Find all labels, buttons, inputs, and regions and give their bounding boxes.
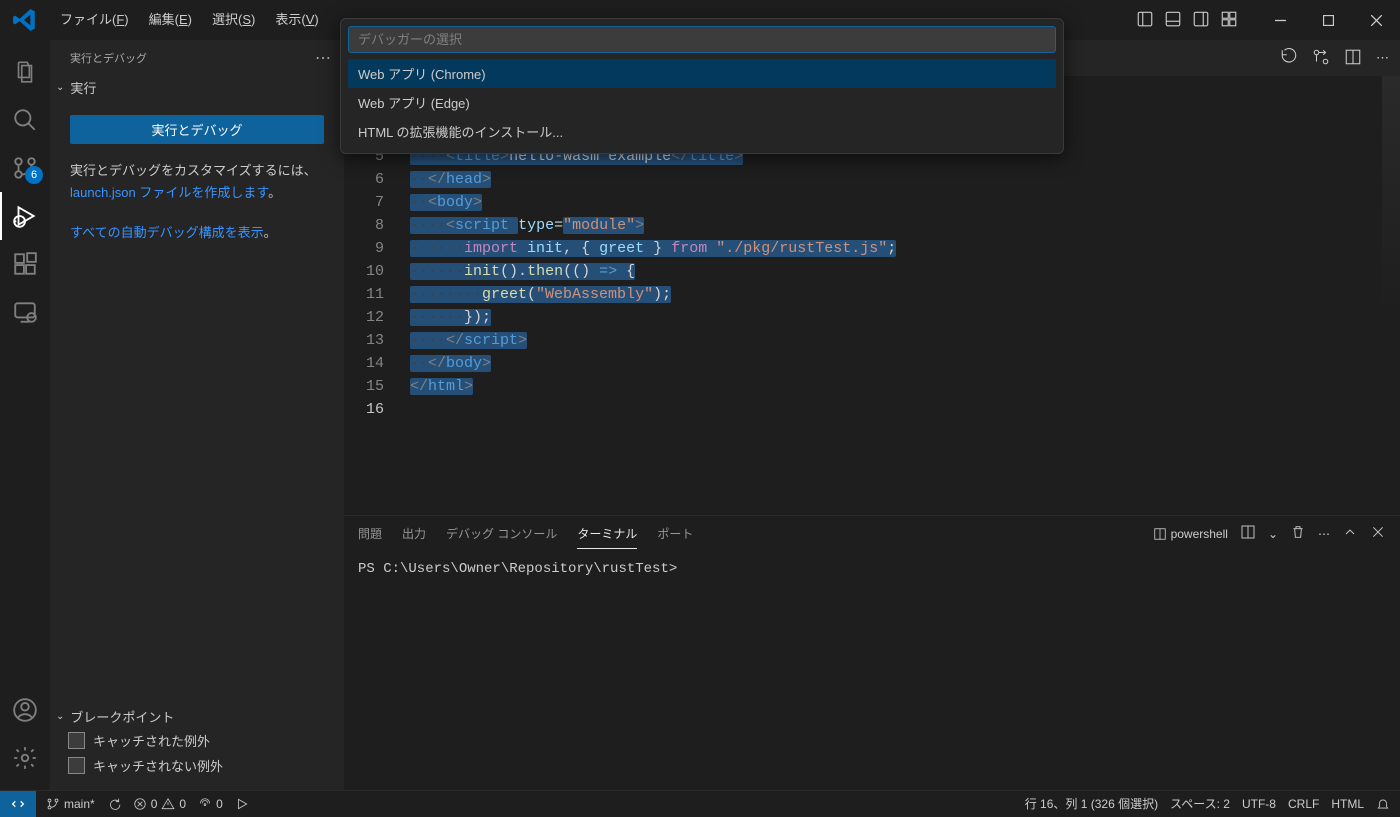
layout-panel-icon[interactable]	[1164, 10, 1182, 31]
section-run[interactable]: ⌄ 実行	[50, 76, 344, 99]
sidebar-title: 実行とデバッグ	[70, 50, 147, 66]
sidebar-more-icon[interactable]: ⋯	[315, 48, 332, 68]
debugger-select-dropdown: Web アプリ (Chrome) Web アプリ (Edge) HTML の拡張…	[340, 18, 1064, 154]
panel-more-icon[interactable]: ⋯	[1318, 527, 1330, 541]
menu-edit[interactable]: 編集(E)	[139, 0, 202, 40]
activity-bar: 6	[0, 40, 50, 790]
layout-customize-icon[interactable]	[1220, 10, 1238, 31]
panel-tab-debug-console[interactable]: デバッグ コンソール	[446, 519, 557, 548]
activity-run-debug[interactable]	[0, 192, 50, 240]
panel: 問題 出力 デバッグ コンソール ターミナル ポート powershell ⌄ …	[344, 515, 1400, 790]
terminal-shell-name[interactable]: powershell	[1153, 527, 1228, 541]
editor-more-icon[interactable]: ⋯	[1376, 50, 1390, 66]
status-sync[interactable]	[107, 797, 121, 811]
panel-close-icon[interactable]	[1370, 524, 1386, 543]
activity-remote-explorer[interactable]	[0, 288, 50, 336]
status-ports[interactable]: 0	[198, 797, 223, 811]
customize-hint: 実行とデバッグをカスタマイズするには、launch.json ファイルを作成しま…	[70, 160, 324, 204]
activity-extensions[interactable]	[0, 240, 50, 288]
status-encoding[interactable]: UTF-8	[1242, 797, 1276, 811]
layout-sidebar-right-icon[interactable]	[1192, 10, 1210, 31]
chevron-down-icon: ⌄	[56, 82, 64, 93]
checkbox-icon[interactable]	[68, 757, 85, 774]
status-notifications-icon[interactable]	[1376, 797, 1390, 811]
run-debug-button[interactable]: 実行とデバッグ	[70, 115, 324, 144]
panel-tab-problems[interactable]: 問題	[358, 519, 382, 548]
chevron-down-icon: ⌄	[56, 711, 64, 722]
status-problems[interactable]: 0 0	[133, 797, 186, 811]
status-cursor[interactable]: 行 16、列 1 (326 個選択)	[1025, 795, 1158, 812]
sidebar-run-debug: 実行とデバッグ ⋯ ⌄ 実行 実行とデバッグ 実行とデバッグをカスタマイズするに…	[50, 40, 344, 790]
activity-accounts[interactable]	[0, 686, 50, 734]
status-eol[interactable]: CRLF	[1288, 797, 1319, 811]
create-launch-json-link[interactable]: launch.json ファイルを作成します	[70, 185, 268, 200]
show-all-configs-link[interactable]: すべての自動デバッグ構成を表示。	[70, 222, 324, 241]
debugger-option-chrome[interactable]: Web アプリ (Chrome)	[348, 59, 1056, 88]
new-terminal-chevron-icon[interactable]: ⌄	[1268, 527, 1278, 541]
status-run-target[interactable]	[235, 797, 249, 811]
terminal-line: PS C:\Users\Owner\Repository\rustTest>	[358, 561, 677, 577]
breakpoint-uncaught-exceptions[interactable]: キャッチされない例外	[50, 753, 344, 778]
breakpoint-label: キャッチされた例外	[93, 731, 210, 750]
terminal-body[interactable]: PS C:\Users\Owner\Repository\rustTest>	[344, 551, 1400, 790]
debugger-option-edge[interactable]: Web アプリ (Edge)	[348, 88, 1056, 117]
panel-tab-output[interactable]: 出力	[402, 519, 426, 548]
close-button[interactable]	[1352, 0, 1400, 40]
breakpoint-label: キャッチされない例外	[93, 756, 223, 775]
menu-bar: ファイル(F) 編集(E) 選択(S) 表示(V)	[50, 0, 329, 40]
maximize-button[interactable]	[1304, 0, 1352, 40]
panel-tab-ports[interactable]: ポート	[657, 519, 693, 548]
menu-view[interactable]: 表示(V)	[265, 0, 328, 40]
panel-maximize-icon[interactable]	[1342, 524, 1358, 543]
panel-tabs: 問題 出力 デバッグ コンソール ターミナル ポート powershell ⌄ …	[344, 516, 1400, 551]
split-editor-icon[interactable]	[1344, 48, 1362, 69]
debugger-option-install-html[interactable]: HTML の拡張機能のインストール...	[348, 117, 1056, 146]
status-language[interactable]: HTML	[1331, 797, 1364, 811]
panel-tab-terminal[interactable]: ターミナル	[577, 519, 637, 549]
status-bar: main* 0 0 0 行 16、列 1 (326 個選択) スペース: 2 U…	[0, 790, 1400, 816]
timeline-icon[interactable]	[1280, 48, 1298, 69]
compare-changes-icon[interactable]	[1312, 48, 1330, 69]
debugger-select-input[interactable]	[348, 26, 1056, 53]
split-terminal-icon[interactable]	[1240, 524, 1256, 543]
status-spaces[interactable]: スペース: 2	[1170, 795, 1230, 812]
status-branch[interactable]: main*	[46, 797, 95, 811]
kill-terminal-icon[interactable]	[1290, 524, 1306, 543]
section-run-label: 実行	[70, 78, 96, 97]
checkbox-icon[interactable]	[68, 732, 85, 749]
minimap[interactable]	[1382, 76, 1400, 316]
vscode-logo-icon	[0, 7, 50, 33]
layout-sidebar-left-icon[interactable]	[1136, 10, 1154, 31]
menu-file[interactable]: ファイル(F)	[50, 0, 139, 40]
breakpoint-caught-exceptions[interactable]: キャッチされた例外	[50, 728, 344, 753]
section-breakpoints-label: ブレークポイント	[70, 707, 174, 726]
remote-indicator[interactable]	[0, 791, 36, 817]
minimize-button[interactable]	[1256, 0, 1304, 40]
activity-explorer[interactable]	[0, 48, 50, 96]
source-control-badge: 6	[25, 166, 43, 184]
activity-settings[interactable]	[0, 734, 50, 782]
section-breakpoints[interactable]: ⌄ ブレークポイント	[50, 705, 344, 728]
activity-search[interactable]	[0, 96, 50, 144]
menu-select[interactable]: 選択(S)	[202, 0, 265, 40]
activity-source-control[interactable]: 6	[0, 144, 50, 192]
